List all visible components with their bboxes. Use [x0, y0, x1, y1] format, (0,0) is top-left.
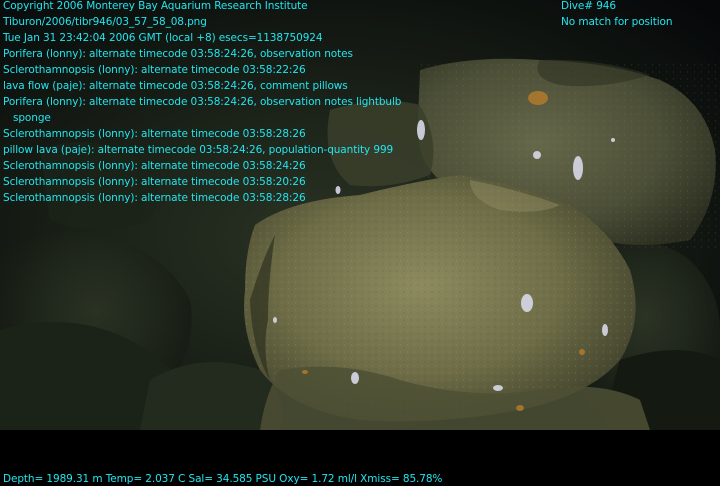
annotation-line: Sclerothamnopsis (lonny): alternate time…	[3, 176, 306, 188]
position-status: No match for position	[561, 16, 673, 28]
annotation-line: Sclerothamnopsis (lonny): alternate time…	[3, 128, 306, 140]
annotation-line: Porifera (lonny): alternate timecode 03:…	[3, 96, 402, 108]
annotation-line: lava flow (paje): alternate timecode 03:…	[3, 80, 348, 92]
annotation-line: pillow lava (paje): alternate timecode 0…	[3, 144, 394, 156]
video-frame: Copyright 2006 Monterey Bay Aquarium Res…	[0, 0, 720, 486]
filepath-text: Tiburon/2006/tibr946/03_57_58_08.png	[3, 16, 207, 28]
annotation-line: Porifera (lonny): alternate timecode 03:…	[3, 48, 353, 60]
telemetry-readout: Depth= 1989.31 m Temp= 2.037 C Sal= 34.5…	[3, 473, 443, 485]
annotation-list: Porifera (lonny): alternate timecode 03:…	[3, 46, 401, 206]
annotation-line: Sclerothamnopsis (lonny): alternate time…	[3, 160, 306, 172]
annotation-line: Sclerothamnopsis (lonny): alternate time…	[3, 192, 306, 204]
copyright-text: Copyright 2006 Monterey Bay Aquarium Res…	[3, 0, 308, 12]
annotation-line: Sclerothamnopsis (lonny): alternate time…	[3, 64, 306, 76]
datetime-text: Tue Jan 31 23:42:04 2006 GMT (local +8) …	[3, 32, 323, 44]
annotation-line: sponge	[13, 112, 51, 124]
dive-number: Dive# 946	[561, 0, 616, 12]
